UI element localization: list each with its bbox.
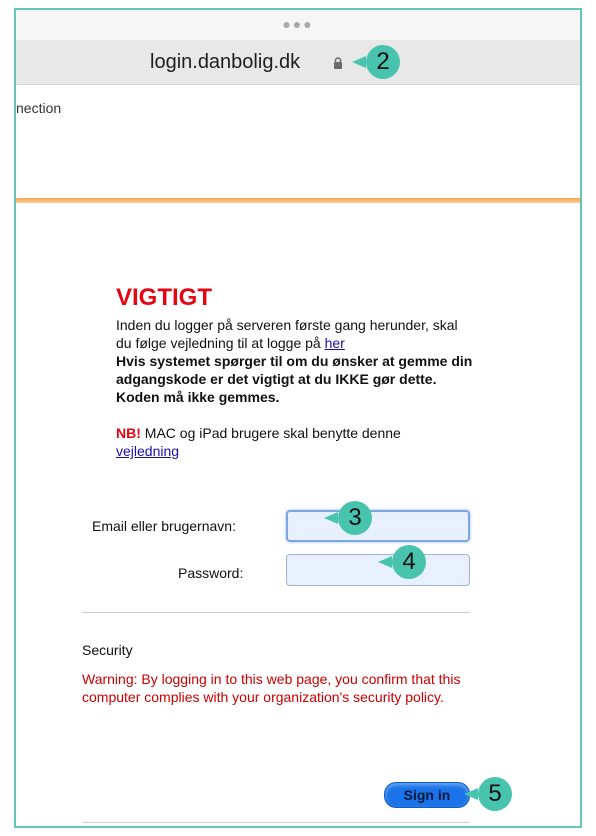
callout-2: 2 <box>352 44 400 80</box>
guide-link-vejledning[interactable]: vejledning <box>116 443 179 459</box>
notice-section: VIGTIGT Inden du logger på serveren førs… <box>116 284 476 460</box>
bottom-divider <box>82 822 470 823</box>
notice-paragraph: Inden du logger på serveren første gang … <box>116 316 476 406</box>
callout-5-badge: 5 <box>478 777 512 811</box>
username-field[interactable] <box>286 510 470 542</box>
header-divider <box>16 198 580 203</box>
callout-5: 5 <box>464 776 512 812</box>
callout-2-badge: 2 <box>366 45 400 79</box>
partial-header-text: nection <box>16 100 62 116</box>
nb-paragraph: NB! MAC og iPad brugere skal benytte den… <box>116 424 476 460</box>
sign-in-button[interactable]: Sign in <box>384 782 470 808</box>
notice-line1: Inden du logger på serveren første gang … <box>116 317 458 351</box>
more-dots-icon[interactable]: ●●● <box>16 16 580 32</box>
notice-bold-text: Hvis systemet spørger til om du ønsker a… <box>116 353 473 405</box>
security-title: Security <box>82 642 133 658</box>
address-bar[interactable]: login.danbolig.dk 2 <box>16 40 580 85</box>
security-warning: Warning: By logging in to this web page,… <box>82 671 461 705</box>
username-label: Email eller brugernavn: <box>92 518 236 534</box>
lock-icon <box>334 57 342 69</box>
password-label: Password: <box>178 565 244 581</box>
nb-label: NB! <box>116 425 141 441</box>
callout-4: 4 <box>378 544 426 580</box>
form-divider <box>82 612 470 613</box>
nb-text: MAC og iPad brugere skal benytte denne <box>140 425 401 441</box>
notice-heading: VIGTIGT <box>116 284 212 311</box>
callout-3: 3 <box>324 500 372 536</box>
url-text[interactable]: login.danbolig.dk <box>150 51 300 74</box>
callout-3-badge: 3 <box>338 501 372 535</box>
callout-4-badge: 4 <box>392 545 426 579</box>
browser-window: ●●● login.danbolig.dk 2 nection VIGTIGT … <box>14 8 582 828</box>
guide-link-her[interactable]: her <box>325 335 345 351</box>
window-top-bar: ●●● <box>16 10 580 40</box>
